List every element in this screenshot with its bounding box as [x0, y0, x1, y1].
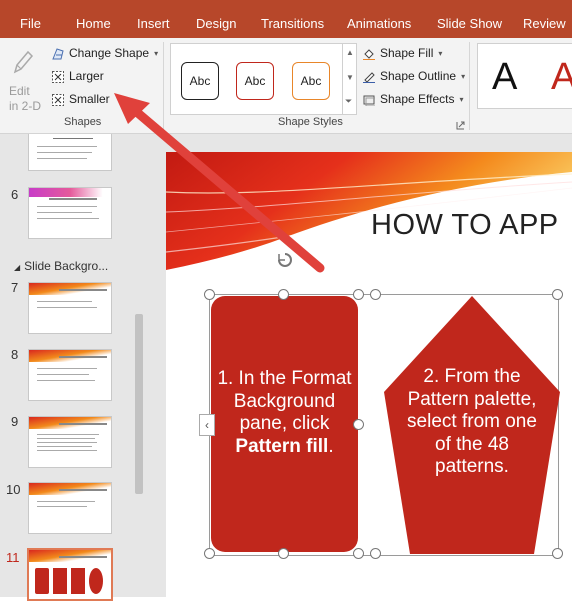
- shapes-group-label: Shapes: [64, 116, 102, 128]
- tab-insert[interactable]: Insert: [137, 16, 170, 31]
- larger-label: Larger: [69, 69, 104, 83]
- resize-handle[interactable]: [370, 289, 381, 300]
- slide-number: 10: [6, 482, 21, 497]
- box1-text-bold: Pattern fill: [235, 435, 329, 457]
- paint-bucket-icon: [363, 48, 375, 60]
- box1-text: 1. In the Format Background pane, click …: [215, 368, 354, 458]
- tab-file[interactable]: File: [20, 16, 41, 31]
- resize-handle[interactable]: [204, 548, 215, 559]
- chevron-down-icon: ▾: [154, 48, 159, 58]
- collapse-triangle-icon[interactable]: ◢: [14, 263, 20, 272]
- shape-styles-gallery: Abc Abc Abc ▲ ▼ ⏷: [170, 43, 357, 115]
- shape-style-black[interactable]: Abc: [181, 62, 219, 100]
- slide-number: 9: [11, 414, 19, 429]
- group-divider: [469, 42, 470, 130]
- tab-design[interactable]: Design: [196, 16, 236, 31]
- wordart-style-red[interactable]: A: [551, 56, 572, 99]
- slide-number: 7: [11, 280, 19, 295]
- slide-number: 8: [11, 347, 19, 362]
- chevron-left-icon[interactable]: ‹: [199, 414, 215, 436]
- change-shape-label: Change Shape: [69, 46, 150, 60]
- pencil-icon: [13, 50, 34, 74]
- shape-effects-button[interactable]: Shape Effects ▾: [362, 92, 464, 106]
- pen-outline-icon: [363, 71, 375, 83]
- section-name: Slide Backgro...: [24, 259, 109, 273]
- resize-handle[interactable]: [204, 289, 215, 300]
- shape-fill-label: Shape Fill: [380, 46, 434, 60]
- chevron-down-icon: ▾: [459, 94, 464, 104]
- larger-icon: [52, 70, 64, 83]
- box2-text: 2. From the Pattern palette, select from…: [407, 366, 537, 477]
- box1-text-main: 1. In the Format Background pane, click: [217, 368, 352, 434]
- smaller-button[interactable]: Smaller: [51, 92, 110, 106]
- gallery-scroll[interactable]: ▲ ▼ ⏷: [342, 44, 356, 114]
- ribbon-panel: Edit in 2-D Change Shape ▾ Larger Smalle…: [0, 38, 572, 134]
- ribbon-tab-bar: File Home Insert Design Transitions Anim…: [0, 0, 572, 38]
- gallery-down-icon[interactable]: ▼: [346, 73, 354, 82]
- resize-handle[interactable]: [353, 419, 364, 430]
- pane-splitter[interactable]: [147, 134, 165, 597]
- shape-outline-label: Shape Outline: [380, 69, 457, 83]
- rotate-handle-icon[interactable]: [274, 249, 296, 271]
- section-header[interactable]: ◢ Slide Backgro...: [14, 259, 108, 273]
- resize-handle[interactable]: [278, 548, 289, 559]
- smaller-label: Smaller: [69, 92, 110, 106]
- wordart-gallery: A A: [477, 43, 572, 109]
- box1-text-end: .: [328, 435, 334, 457]
- shape-fill-button[interactable]: Shape Fill ▾: [362, 46, 442, 60]
- gallery-more-icon[interactable]: ⏷: [345, 96, 352, 107]
- slide-thumbnail[interactable]: [28, 187, 112, 239]
- chevron-down-icon: ▾: [438, 48, 443, 58]
- slide-number: 6: [11, 187, 19, 202]
- slide-thumbnail[interactable]: [28, 416, 112, 468]
- slide-thumbnail[interactable]: [28, 282, 112, 334]
- tab-slide-show[interactable]: Slide Show: [437, 16, 502, 31]
- larger-button[interactable]: Larger: [51, 69, 104, 83]
- resize-handle[interactable]: [552, 289, 563, 300]
- tab-review[interactable]: Review: [523, 16, 566, 31]
- slide-title[interactable]: HOW TO APP: [371, 209, 559, 242]
- shape-styles-group-label: Shape Styles: [278, 116, 343, 128]
- group-divider: [163, 42, 164, 130]
- edit-in-2d-label: Edit in 2-D: [9, 84, 42, 113]
- edit-in-2d-button[interactable]: Edit in 2-D: [4, 44, 42, 114]
- smaller-icon: [52, 93, 64, 106]
- slide-number-selected: 11: [6, 550, 20, 565]
- shape-style-red[interactable]: Abc: [236, 62, 274, 100]
- resize-handle[interactable]: [353, 289, 364, 300]
- shape-style-orange[interactable]: Abc: [292, 62, 330, 100]
- slide-thumbnail[interactable]: [28, 482, 112, 534]
- chevron-down-icon: ▾: [461, 71, 466, 81]
- shape-outline-button[interactable]: Shape Outline ▾: [362, 69, 465, 83]
- tab-animations[interactable]: Animations: [347, 16, 411, 31]
- slide-thumbnail-selected[interactable]: [27, 548, 113, 601]
- change-shape-icon: [52, 47, 64, 59]
- resize-handle[interactable]: [370, 548, 381, 559]
- wordart-style-black[interactable]: A: [492, 56, 517, 99]
- change-shape-button[interactable]: Change Shape ▾: [51, 46, 158, 60]
- tab-transitions[interactable]: Transitions: [261, 16, 324, 31]
- shape-effects-label: Shape Effects: [380, 92, 455, 106]
- tab-home[interactable]: Home: [76, 16, 111, 31]
- shape-effects-icon: [363, 95, 375, 106]
- scrollbar-thumb[interactable]: [135, 314, 143, 494]
- resize-handle[interactable]: [552, 548, 563, 559]
- dialog-launcher-icon[interactable]: [456, 117, 465, 130]
- gallery-up-icon[interactable]: ▲: [346, 48, 354, 57]
- resize-handle[interactable]: [353, 548, 364, 559]
- slide-thumbnail[interactable]: [28, 134, 112, 171]
- thumbnail-scrollbar[interactable]: [132, 134, 146, 597]
- slide-thumbnail[interactable]: [28, 349, 112, 401]
- resize-handle[interactable]: [278, 289, 289, 300]
